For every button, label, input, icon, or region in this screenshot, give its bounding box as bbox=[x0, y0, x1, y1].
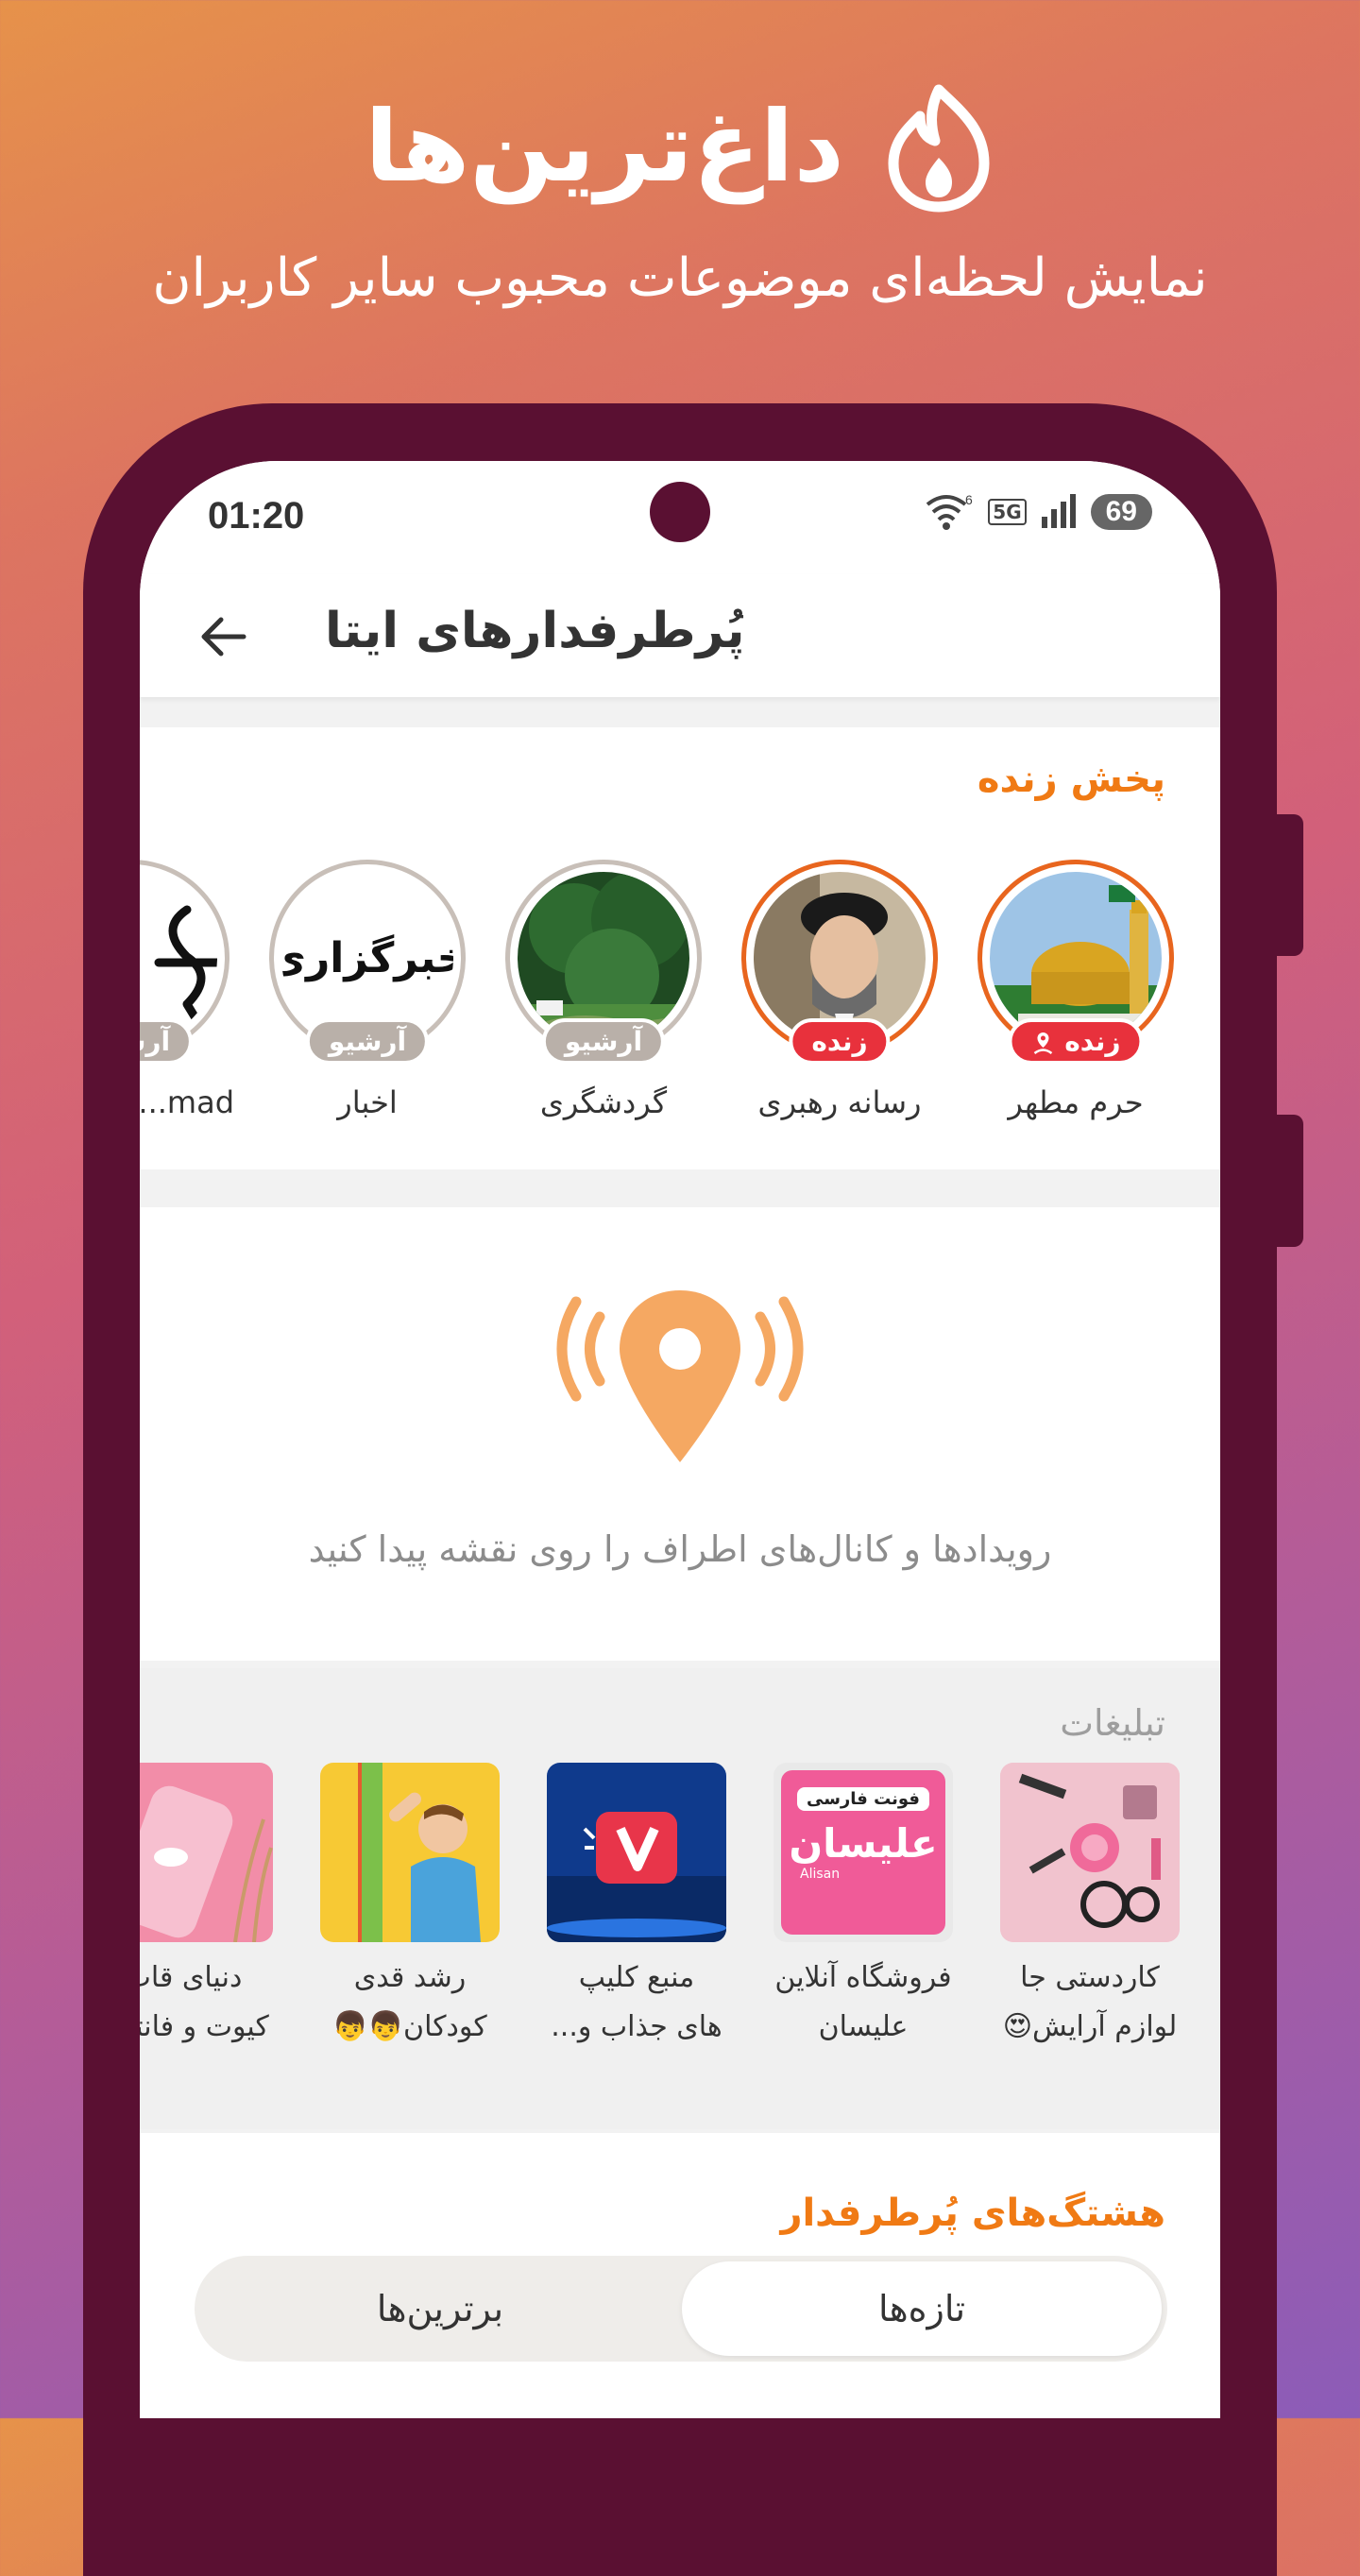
map-description: رویدادها و کانال‌های اطراف را روی نقشه پ… bbox=[308, 1528, 1052, 1570]
archive-badge: آرشیو bbox=[305, 1018, 430, 1065]
map-card[interactable]: رویدادها و کانال‌های اطراف را روی نقشه پ… bbox=[140, 1207, 1220, 1661]
status-time: 01:20 bbox=[208, 495, 305, 537]
arrow-left-icon[interactable] bbox=[195, 608, 251, 665]
ad-title: فروشگاه آنلاین bbox=[774, 1961, 952, 1994]
network-type: 5G bbox=[988, 499, 1027, 525]
tab-latest[interactable]: تازه‌ها bbox=[682, 2261, 1162, 2356]
phone-side-button bbox=[1275, 814, 1303, 956]
ad-brand: علیسان bbox=[789, 1820, 938, 1867]
section-title-live: پخش زنده bbox=[977, 758, 1165, 801]
story-name: حرم مطهر bbox=[1008, 1084, 1144, 1120]
story-name: رسانه رهبری bbox=[757, 1084, 922, 1120]
battery-indicator: 69 bbox=[1090, 494, 1152, 530]
live-badge: زنده bbox=[1008, 1018, 1144, 1065]
section-title-hashtags: هشتگ‌های پُرطرفدار bbox=[780, 2192, 1165, 2235]
news-agency-logo: خبرگزاری bbox=[281, 933, 453, 982]
archive-badge: آرشیو bbox=[140, 1018, 194, 1065]
ads-section: تبلیغات کاردستی جا لوازم آرایش😍 فونت فار… bbox=[140, 1668, 1220, 2129]
ad-item[interactable]: منبع کلیپ های جذاب و... bbox=[542, 1763, 731, 2052]
ad-tag: فونت فارسی bbox=[797, 1787, 929, 1811]
ad-image bbox=[547, 1763, 726, 1942]
story-ring: آرشیو bbox=[505, 860, 702, 1065]
story-ring: زنده bbox=[741, 860, 938, 1065]
ad-brand-latin: Alisan bbox=[800, 1867, 841, 1882]
hashtag-tabs: تازه‌ها برترین‌ها bbox=[195, 2256, 1167, 2362]
page-title: پُرطرفدارهای ایتا bbox=[325, 603, 745, 659]
location-person-icon bbox=[1033, 1032, 1053, 1055]
front-camera bbox=[650, 482, 710, 542]
ad-image bbox=[320, 1763, 500, 1942]
story-ring: آرشیو bbox=[140, 860, 230, 1065]
ad-item[interactable]: رشد قدی کودکان👦👦 bbox=[315, 1763, 504, 2052]
ad-subtitle: لوازم آرایش😍 bbox=[1002, 2010, 1178, 2043]
ad-title: رشد قدی bbox=[353, 1961, 467, 1994]
ad-item[interactable]: فونت فارسی علیسان Alisan فروشگاه آنلاین … bbox=[769, 1763, 958, 2052]
archive-badge: آرشیو bbox=[541, 1018, 666, 1065]
ad-image bbox=[140, 1763, 273, 1942]
story-item[interactable]: زنده رسانه رهبری bbox=[737, 860, 943, 1120]
hero-subtitle: نمایش لحظه‌ای موضوعات محبوب سایر کاربران bbox=[152, 247, 1208, 309]
ad-subtitle: علیسان bbox=[818, 2010, 909, 2043]
story-ring: خبرگزاری آرشیو bbox=[269, 860, 466, 1065]
hero-title-row: داغ‌ترین‌ها bbox=[0, 80, 1360, 213]
status-icons: 6 5G 69 bbox=[924, 491, 1152, 533]
section-title-ads: تبلیغات bbox=[1060, 1702, 1165, 1744]
ad-item[interactable]: دنیای قاب کیوت و فانتزی bbox=[140, 1763, 278, 2052]
story-item[interactable]: آرشیو گردشگری bbox=[501, 860, 706, 1120]
live-section: پخش زنده زنده حرم مطهر زنده رسانه رهبری … bbox=[140, 727, 1220, 1169]
flame-icon bbox=[888, 84, 990, 213]
hashtags-section: هشتگ‌های پُرطرفدار تازه‌ها برترین‌ها bbox=[140, 2133, 1220, 2418]
ad-subtitle: های جذاب و... bbox=[551, 2010, 722, 2043]
story-name: گردشگری bbox=[539, 1084, 668, 1120]
story-name: mad... bbox=[140, 1084, 234, 1120]
ad-title: کاردستی جا bbox=[1020, 1961, 1160, 1994]
wifi-icon: 6 bbox=[926, 492, 973, 530]
location-broadcast-icon bbox=[556, 1290, 804, 1462]
tab-top[interactable]: برترین‌ها bbox=[200, 2261, 680, 2356]
story-ring: زنده bbox=[978, 860, 1174, 1065]
ad-title: منبع کلیپ bbox=[578, 1961, 695, 1994]
svg-text:6: 6 bbox=[965, 492, 973, 507]
app-bar: پُرطرفدارهای ایتا bbox=[140, 574, 1220, 697]
ad-title: دنیای قاب bbox=[140, 1961, 243, 1994]
story-item[interactable]: خبرگزاری آرشیو اخبار bbox=[264, 860, 470, 1120]
story-item[interactable]: آرشیو mad... bbox=[140, 860, 234, 1120]
live-badge: زنده bbox=[789, 1018, 891, 1065]
ad-item[interactable]: کاردستی جا لوازم آرایش😍 bbox=[995, 1763, 1184, 2052]
phone-screen: 01:20 6 5G 69 پُرطرفدارهای ایتا پخش زنده… bbox=[140, 461, 1220, 2418]
story-item[interactable]: زنده حرم مطهر bbox=[973, 860, 1179, 1120]
story-name: اخبار bbox=[337, 1084, 398, 1120]
hero-title: داغ‌ترین‌ها bbox=[365, 89, 846, 204]
signal-icon bbox=[1041, 494, 1076, 528]
status-bar: 01:20 6 5G 69 bbox=[140, 461, 1220, 574]
ad-image bbox=[1000, 1763, 1180, 1942]
ad-subtitle: کیوت و فانتزی bbox=[140, 2010, 269, 2043]
ad-subtitle: کودکان👦👦 bbox=[332, 2010, 487, 2043]
ad-image: فونت فارسی علیسان Alisan bbox=[774, 1763, 953, 1942]
phone-side-button bbox=[1275, 1115, 1303, 1247]
